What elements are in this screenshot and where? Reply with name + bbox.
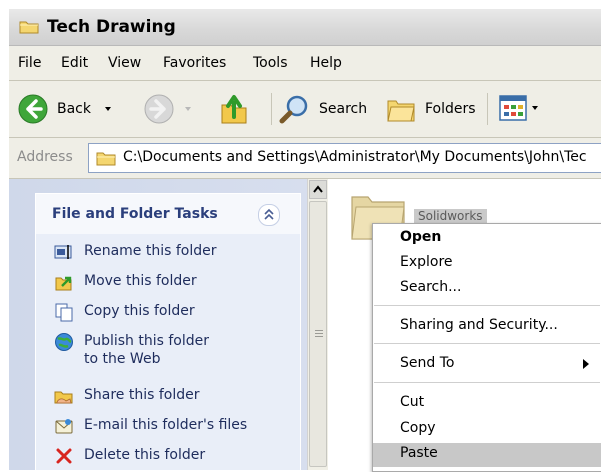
- address-input[interactable]: C:\Documents and Settings\Administrator\…: [88, 143, 601, 173]
- vertical-scrollbar[interactable]: [307, 179, 328, 470]
- address-label: Address: [17, 149, 73, 165]
- chevron-up-icon: [313, 185, 323, 193]
- menu-item-label: Send To: [400, 355, 455, 371]
- toolbar: Back Search Folders: [9, 81, 601, 138]
- menu-separator: [374, 382, 600, 383]
- email-icon: [55, 419, 73, 434]
- folders-icon: [387, 100, 415, 122]
- dropdown-arrow-icon[interactable]: [530, 103, 540, 113]
- search-icon: [279, 95, 308, 124]
- task-share-folder[interactable]: Share this folder: [54, 386, 200, 406]
- task-label: E-mail this folder's files: [84, 417, 248, 433]
- dropdown-arrow-icon[interactable]: [183, 104, 193, 114]
- folders-button[interactable]: Folders: [385, 93, 476, 125]
- up-folder-icon: [221, 95, 247, 124]
- move-icon: [55, 276, 72, 291]
- task-delete-folder[interactable]: Delete this folder: [54, 446, 205, 466]
- search-label: Search: [319, 101, 368, 117]
- folder-icon: [96, 152, 116, 166]
- menu-separator: [374, 305, 600, 306]
- window-title: Tech Drawing: [47, 17, 176, 37]
- back-button[interactable]: Back: [17, 93, 113, 125]
- search-button[interactable]: Search: [279, 93, 367, 125]
- folder-name: Solidworks: [414, 209, 487, 223]
- task-label: Rename this folder: [84, 243, 217, 259]
- task-label: Move this folder: [84, 273, 197, 289]
- menu-item-cut[interactable]: Cut: [373, 392, 601, 414]
- task-publish-folder[interactable]: Publish this folder to the Web: [54, 332, 224, 368]
- views-button[interactable]: [499, 95, 540, 121]
- title-bar[interactable]: Tech Drawing: [9, 9, 601, 46]
- address-bar: Address C:\Documents and Settings\Admini…: [9, 138, 601, 179]
- task-label: Publish this folder to the Web: [84, 333, 209, 367]
- menu-view[interactable]: View: [108, 55, 141, 71]
- delete-icon: [56, 448, 72, 464]
- menu-item-paste[interactable]: Paste: [373, 443, 601, 467]
- publish-web-icon: [55, 333, 73, 351]
- menu-item-search[interactable]: Search...: [373, 277, 601, 299]
- collapse-icon[interactable]: [258, 204, 280, 226]
- back-arrow-icon: [18, 94, 48, 124]
- file-folder-tasks-panel: File and Folder Tasks Rename this folder: [35, 193, 301, 470]
- toolbar-separator: [271, 93, 272, 125]
- menu-bar: File Edit View Favorites Tools Help: [9, 46, 601, 81]
- context-menu: Open Explore Search... Sharing and Secur…: [372, 223, 601, 472]
- menu-tools[interactable]: Tools: [253, 55, 288, 71]
- menu-favorites[interactable]: Favorites: [163, 55, 226, 71]
- menu-item-copy[interactable]: Copy: [373, 418, 601, 440]
- grip-line: [315, 336, 323, 337]
- task-pane: File and Folder Tasks Rename this folder: [9, 179, 307, 470]
- toolbar-separator: [487, 93, 488, 125]
- task-rename-folder[interactable]: Rename this folder: [54, 242, 217, 262]
- share-icon: [54, 391, 73, 404]
- rename-icon: [54, 245, 72, 259]
- menu-item-label: Sharing and Security...: [400, 317, 558, 333]
- panel-title: File and Folder Tasks: [52, 206, 218, 222]
- menu-item-explore[interactable]: Explore: [373, 252, 601, 274]
- folders-label: Folders: [425, 101, 476, 117]
- task-label: Copy this folder: [84, 303, 195, 319]
- grip-line: [315, 333, 323, 334]
- menu-item-label: Cut: [400, 394, 425, 410]
- forward-arrow-icon: [144, 94, 174, 124]
- back-label: Back: [57, 101, 91, 117]
- menu-item-label: Explore: [400, 254, 453, 270]
- task-label: Delete this folder: [84, 447, 206, 463]
- menu-item-sharing-security[interactable]: Sharing and Security...: [373, 315, 601, 337]
- copy-icon: [55, 303, 73, 322]
- menu-help[interactable]: Help: [310, 55, 342, 71]
- submenu-arrow-icon: [583, 359, 589, 369]
- views-icon: [499, 95, 527, 121]
- folder-icon: [19, 21, 39, 34]
- menu-item-label: Paste: [400, 445, 438, 461]
- task-email-files[interactable]: E-mail this folder's files: [54, 416, 247, 436]
- menu-separator: [374, 343, 600, 344]
- task-copy-folder[interactable]: Copy this folder: [54, 302, 195, 322]
- address-path: C:\Documents and Settings\Administrator\…: [123, 149, 587, 165]
- menu-file[interactable]: File: [18, 55, 41, 71]
- scroll-up-button[interactable]: [309, 180, 327, 199]
- menu-item-label: Open: [400, 229, 442, 245]
- forward-button[interactable]: [143, 93, 193, 125]
- task-label: Share this folder: [84, 387, 200, 403]
- menu-item-label: Copy: [400, 420, 436, 436]
- menu-edit[interactable]: Edit: [61, 55, 88, 71]
- task-move-folder[interactable]: Move this folder: [54, 272, 197, 292]
- dropdown-arrow-icon[interactable]: [103, 104, 113, 114]
- panel-header[interactable]: File and Folder Tasks: [36, 194, 300, 234]
- menu-item-label: Search...: [400, 279, 462, 295]
- menu-item-send-to[interactable]: Send To: [373, 353, 601, 375]
- menu-item-open[interactable]: Open: [373, 227, 601, 249]
- grip-line: [315, 330, 323, 331]
- scroll-thumb[interactable]: [309, 201, 327, 467]
- up-folder-button[interactable]: [219, 91, 249, 125]
